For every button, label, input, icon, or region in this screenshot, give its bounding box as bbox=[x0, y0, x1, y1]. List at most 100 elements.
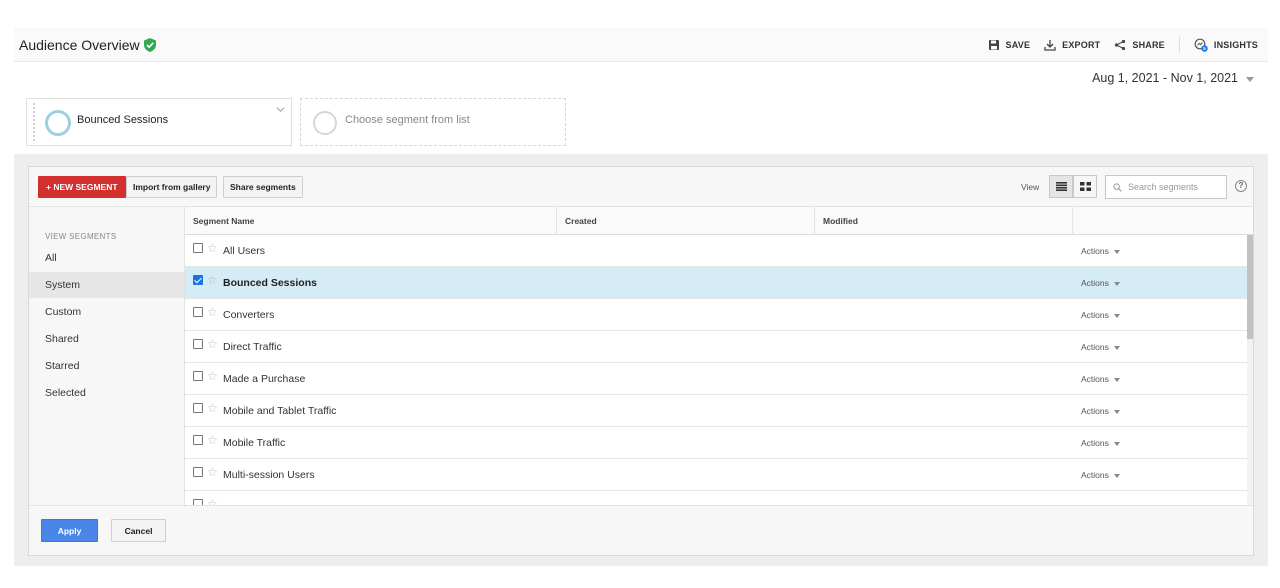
search-icon bbox=[1113, 183, 1122, 192]
nav-item-starred[interactable]: Starred bbox=[29, 353, 184, 379]
table-row[interactable]: ☆ Mobile and Tablet Traffic Actions bbox=[185, 395, 1247, 427]
actions-dropdown[interactable]: Actions bbox=[1081, 342, 1120, 352]
column-header-modified[interactable]: Modified bbox=[815, 207, 1073, 235]
column-header-created[interactable]: Created bbox=[557, 207, 815, 235]
segment-ring-icon bbox=[313, 111, 337, 135]
save-icon bbox=[988, 40, 999, 50]
segment-category-nav: VIEW SEGMENTS All System Custom Shared S… bbox=[29, 207, 185, 505]
share-button[interactable]: SHARE bbox=[1114, 39, 1165, 51]
report-header: Audience Overview SAVE EXPORT SHARE 5 IN… bbox=[14, 28, 1268, 62]
row-checkbox[interactable] bbox=[193, 435, 203, 445]
segment-name: Mobile and Tablet Traffic bbox=[223, 405, 337, 417]
date-range-picker[interactable]: Aug 1, 2021 - Nov 1, 2021 bbox=[1092, 71, 1254, 85]
nav-heading: VIEW SEGMENTS bbox=[45, 232, 117, 241]
chevron-down-icon[interactable] bbox=[276, 105, 285, 114]
toolbar-divider bbox=[1178, 37, 1180, 53]
apply-button[interactable]: Apply bbox=[41, 519, 98, 542]
nav-item-custom[interactable]: Custom bbox=[29, 299, 184, 325]
column-header-segment-name[interactable]: Segment Name bbox=[185, 207, 557, 235]
nav-item-system[interactable]: System bbox=[29, 272, 184, 298]
actions-dropdown[interactable]: Actions bbox=[1081, 374, 1120, 384]
star-icon[interactable]: ☆ bbox=[207, 369, 218, 383]
actions-label: Actions bbox=[1081, 246, 1109, 256]
row-checkbox[interactable] bbox=[193, 243, 203, 253]
table-scrollbar[interactable] bbox=[1247, 235, 1253, 505]
actions-dropdown[interactable]: Actions bbox=[1081, 246, 1120, 256]
actions-dropdown[interactable]: Actions bbox=[1081, 438, 1120, 448]
table-row[interactable]: ☆ Multi-session Users Actions bbox=[185, 459, 1247, 491]
nav-item-shared[interactable]: Shared bbox=[29, 326, 184, 352]
table-row[interactable]: ☆ Direct Traffic Actions bbox=[185, 331, 1247, 363]
list-view-button[interactable] bbox=[1049, 175, 1073, 198]
grid-view-button[interactable] bbox=[1073, 175, 1097, 198]
save-label: SAVE bbox=[1005, 40, 1031, 50]
segment-table: Segment Name Created Modified ☆ All User… bbox=[185, 207, 1253, 505]
actions-label: Actions bbox=[1081, 342, 1109, 352]
caret-down-icon bbox=[1113, 377, 1120, 382]
new-segment-button[interactable]: + NEW SEGMENT bbox=[38, 176, 126, 198]
scrollbar-thumb[interactable] bbox=[1247, 235, 1253, 339]
actions-dropdown[interactable]: Actions bbox=[1081, 406, 1120, 416]
table-row[interactable]: ☆ Made a Purchase Actions bbox=[185, 363, 1247, 395]
actions-dropdown[interactable]: Actions bbox=[1081, 310, 1120, 320]
star-icon[interactable]: ☆ bbox=[207, 273, 218, 287]
segment-name: All Users bbox=[223, 245, 266, 257]
table-header: Segment Name Created Modified bbox=[185, 207, 1253, 235]
star-icon[interactable]: ☆ bbox=[207, 433, 218, 447]
actions-dropdown[interactable]: Actions bbox=[1081, 278, 1120, 288]
download-icon bbox=[1044, 40, 1056, 51]
segment-picker-footer: Apply Cancel bbox=[29, 505, 1253, 555]
actions-label: Actions bbox=[1081, 438, 1109, 448]
insights-button[interactable]: 5 INSIGHTS bbox=[1194, 38, 1258, 52]
view-label: View bbox=[1021, 182, 1040, 192]
star-icon[interactable]: ☆ bbox=[207, 497, 218, 505]
row-checkbox[interactable] bbox=[193, 403, 203, 413]
table-row[interactable]: ☆ Converters Actions bbox=[185, 299, 1247, 331]
nav-item-all[interactable]: All bbox=[29, 245, 184, 271]
help-icon[interactable]: ? bbox=[1235, 180, 1247, 192]
star-icon[interactable]: ☆ bbox=[207, 401, 218, 415]
share-segments-button[interactable]: Share segments bbox=[223, 176, 303, 198]
row-checkbox[interactable] bbox=[193, 467, 203, 477]
star-icon[interactable]: ☆ bbox=[207, 337, 218, 351]
segment-picker-panel: + NEW SEGMENT Import from gallery Share … bbox=[14, 154, 1268, 566]
row-checkbox[interactable] bbox=[193, 307, 203, 317]
actions-label: Actions bbox=[1081, 278, 1109, 288]
segment-ring-icon bbox=[45, 110, 71, 136]
segment-name: Mobile Traffic bbox=[223, 437, 286, 449]
table-row-partial[interactable]: ☆ bbox=[185, 491, 1247, 505]
search-segments bbox=[1105, 175, 1227, 199]
cancel-button[interactable]: Cancel bbox=[111, 519, 166, 542]
caret-down-icon bbox=[1113, 441, 1120, 446]
actions-dropdown[interactable]: Actions bbox=[1081, 470, 1120, 480]
star-icon[interactable]: ☆ bbox=[207, 305, 218, 319]
export-button[interactable]: EXPORT bbox=[1044, 39, 1100, 51]
verified-shield-icon bbox=[144, 38, 156, 52]
insights-badge: 5 bbox=[1203, 46, 1206, 51]
table-row[interactable]: ☆ Mobile Traffic Actions bbox=[185, 427, 1247, 459]
table-body: ☆ All Users Actions ☆ Bounced Sessions A… bbox=[185, 235, 1247, 505]
star-icon[interactable]: ☆ bbox=[207, 465, 218, 479]
segment-card-placeholder: Choose segment from list bbox=[345, 114, 470, 126]
import-from-gallery-button[interactable]: Import from gallery bbox=[126, 176, 218, 198]
grid-icon bbox=[1079, 182, 1091, 191]
table-row[interactable]: ☆ All Users Actions bbox=[185, 235, 1247, 267]
table-row[interactable]: ☆ Bounced Sessions Actions bbox=[185, 267, 1247, 299]
segment-card-empty[interactable]: Choose segment from list bbox=[300, 98, 566, 146]
actions-label: Actions bbox=[1081, 374, 1109, 384]
share-label: SHARE bbox=[1132, 40, 1165, 50]
row-checkbox[interactable] bbox=[193, 371, 203, 381]
row-checkbox[interactable] bbox=[193, 339, 203, 349]
page-title: Audience Overview bbox=[19, 37, 140, 53]
segment-card-selected[interactable]: Bounced Sessions bbox=[26, 98, 292, 146]
star-icon[interactable]: ☆ bbox=[207, 241, 218, 255]
segment-card-label: Bounced Sessions bbox=[77, 114, 169, 126]
search-input[interactable] bbox=[1128, 180, 1224, 194]
page: Audience Overview SAVE EXPORT SHARE 5 IN… bbox=[14, 28, 1268, 566]
segment-name: Multi-session Users bbox=[223, 469, 315, 481]
actions-label: Actions bbox=[1081, 406, 1109, 416]
row-checkbox[interactable] bbox=[193, 275, 203, 285]
segment-name: Direct Traffic bbox=[223, 341, 282, 353]
nav-item-selected[interactable]: Selected bbox=[29, 380, 184, 406]
save-button[interactable]: SAVE bbox=[988, 39, 1031, 51]
